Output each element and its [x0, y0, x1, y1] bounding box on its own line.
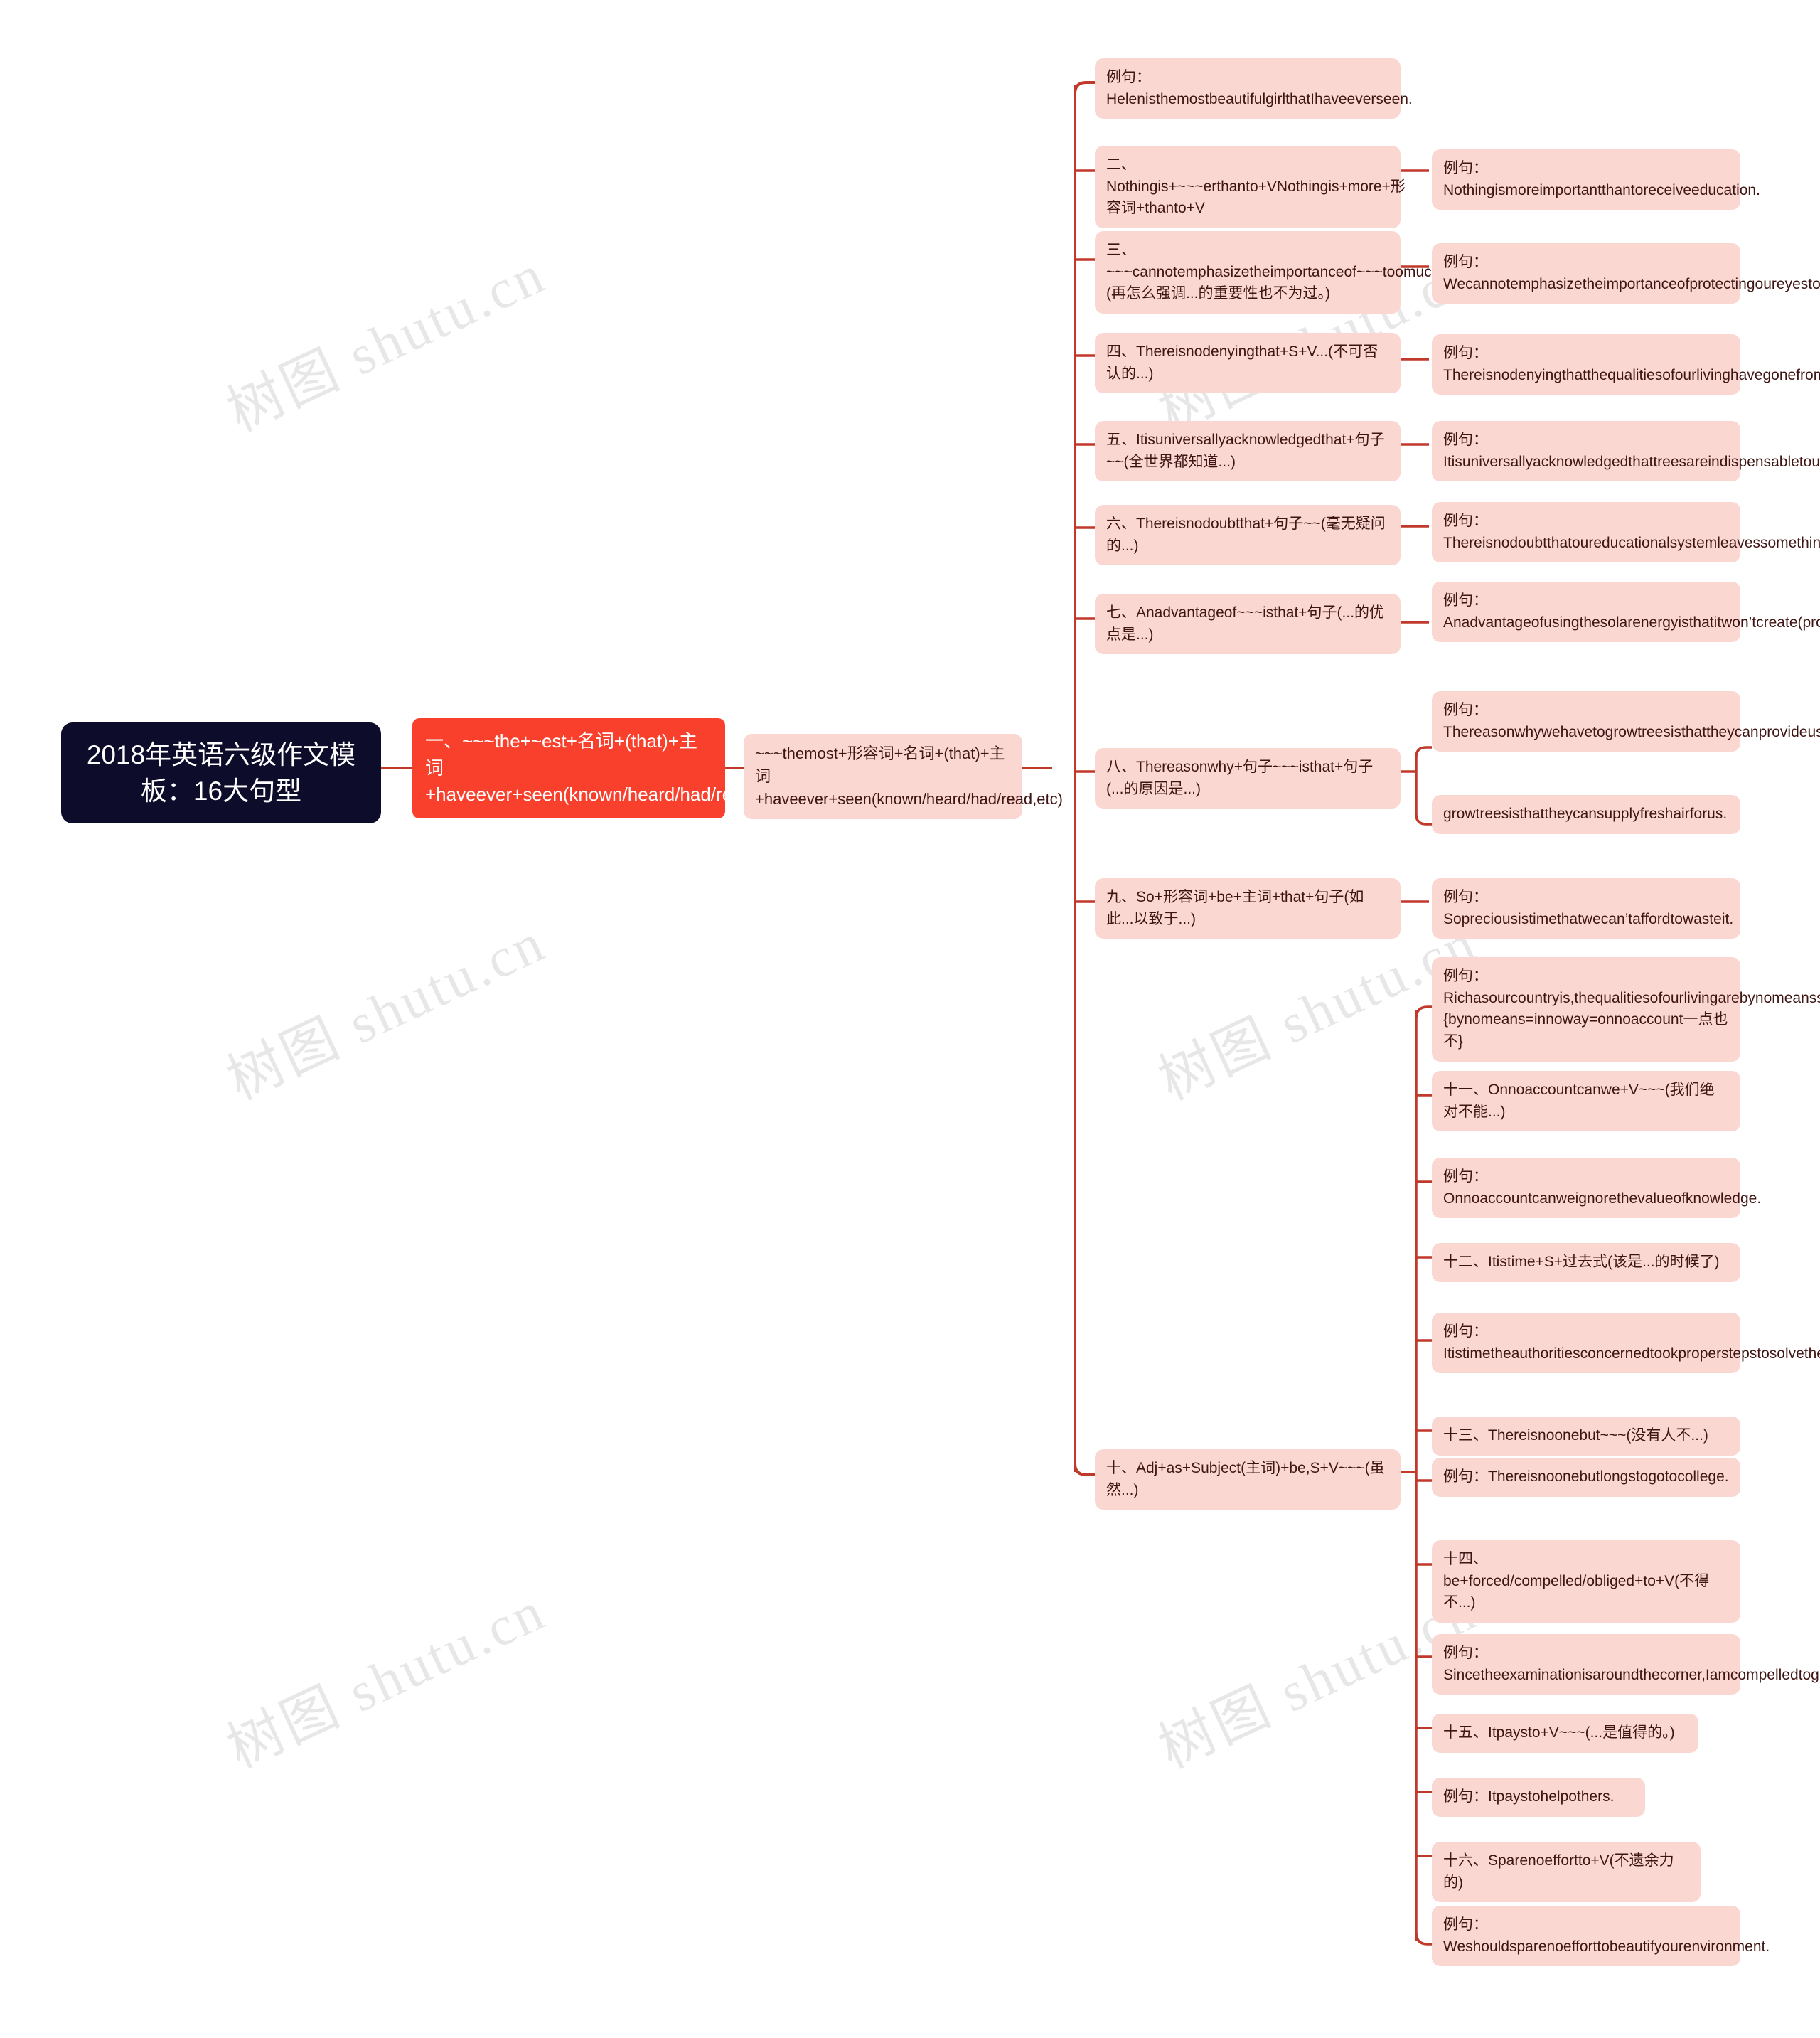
example-node[interactable]: 例句：Thereisnodoubtthatoureducationalsyste…	[1432, 502, 1820, 563]
example-node[interactable]: 例句：Itisuniversallyacknowledgedthattreesa…	[1432, 421, 1820, 482]
branch-node-1[interactable]: 一、~~~the+~est+名词+(that)+主词+haveever+seen…	[412, 718, 789, 819]
example-node-label: 例句：Itisuniversallyacknowledgedthattreesa…	[1443, 432, 1820, 470]
sub-branch-node[interactable]: ~~~themost+形容词+名词+(that)+主词+haveever+see…	[744, 734, 1063, 819]
example-node[interactable]: 例句：Sopreciousistimethatwecan’taffordtowa…	[1432, 878, 1740, 939]
example-node-label: 例句：Sincetheexaminationisaroundthecorner,…	[1443, 1645, 1820, 1683]
pattern-node-label: 八、Thereasonwhy+句子~~~isthat+句子(...的原因是...…	[1106, 759, 1374, 797]
pattern-node-label: 十六、Sparenoeffortto+V(不遗余力的)	[1443, 1852, 1674, 1891]
example-node-label: 例句：Wecannotemphasizetheimportanceofprote…	[1443, 254, 1820, 292]
example-node-label: 例句：Onnoaccountcanweignorethevalueofknowl…	[1443, 1168, 1762, 1207]
example-node[interactable]: 例句：Nothingismoreimportantthantoreceiveed…	[1432, 149, 1760, 210]
pattern-node-label: 二、Nothingis+~~~erthanto+VNothingis+more+…	[1106, 156, 1406, 217]
example-node[interactable]: 例句：Weshouldsparenoefforttobeautifyourenv…	[1432, 1906, 1770, 1967]
example-node-label: 例句：Nothingismoreimportantthantoreceiveed…	[1443, 160, 1760, 198]
pattern-node-label: 十一、Onnoaccountcanwe+V~~~(我们绝对不能...)	[1443, 1082, 1715, 1120]
example-node-label: 例句：Itpaystohelpothers.	[1443, 1788, 1615, 1805]
pattern-node-2[interactable]: 二、Nothingis+~~~erthanto+VNothingis+more+…	[1095, 146, 1406, 228]
example-node-label: 例句：Thereisnodenyingthatthequalitiesofour…	[1443, 345, 1820, 383]
pattern-node-7[interactable]: 七、Anadvantageof~~~isthat+句子(...的优点是...)	[1095, 594, 1401, 655]
pattern-node-10[interactable]: 十、Adj+as+Subject(主词)+be,S+V~~~(虽然...)	[1095, 1449, 1401, 1510]
pattern-node-label: 五、Itisuniversallyacknowledgedthat+句子~~(全…	[1106, 432, 1385, 470]
example-node[interactable]: growtreesisthattheycansupplyfreshairforu…	[1432, 795, 1740, 834]
example-node[interactable]: 例句：Itpaystohelpothers.	[1432, 1778, 1645, 1817]
example-node-label: 例句：Weshouldsparenoefforttobeautifyourenv…	[1443, 1916, 1770, 1955]
pattern-node-label: 九、So+形容词+be+主词+that+句子(如此...以致于...)	[1106, 889, 1364, 927]
watermark: 树图 shutu.cn	[218, 1579, 555, 1781]
pattern-node-15[interactable]: 十五、Itpaysto+V~~~(...是值得的。)	[1432, 1714, 1698, 1753]
pattern-node-1-example[interactable]: 例句：HelenisthemostbeautifulgirlthatIhavee…	[1095, 58, 1413, 119]
pattern-node-16[interactable]: 十六、Sparenoeffortto+V(不遗余力的)	[1432, 1842, 1701, 1903]
pattern-node-label: 十、Adj+as+Subject(主词)+be,S+V~~~(虽然...)	[1106, 1460, 1385, 1498]
watermark: 树图 shutu.cn	[218, 242, 555, 444]
pattern-node-label: 七、Anadvantageof~~~isthat+句子(...的优点是...)	[1106, 604, 1385, 643]
root-node[interactable]: 2018年英语六级作文模板：16大句型	[61, 722, 381, 824]
example-node-label: 例句：Thereisnoonebutlongstogotocollege.	[1443, 1468, 1729, 1485]
example-node-label: 例句：Thereisnodoubtthatoureducationalsyste…	[1443, 513, 1820, 551]
pattern-node-label: 十四、be+forced/compelled/obliged+to+V(不得不.…	[1443, 1551, 1710, 1611]
example-node[interactable]: 例句：Wecannotemphasizetheimportanceofprote…	[1432, 243, 1820, 304]
example-node[interactable]: 例句：Thereasonwhywehavetogrowtreesisthatth…	[1432, 691, 1820, 752]
example-node-label: 例句：Sopreciousistimethatwecan’taffordtowa…	[1443, 889, 1734, 927]
pattern-node-8[interactable]: 八、Thereasonwhy+句子~~~isthat+句子(...的原因是...…	[1095, 748, 1401, 809]
pattern-node-label: 十二、Itistime+S+过去式(该是...的时候了)	[1443, 1254, 1720, 1270]
pattern-node-label: 例句：HelenisthemostbeautifulgirlthatIhavee…	[1106, 69, 1413, 107]
example-node-label: 例句：Thereasonwhywehavetogrowtreesisthatth…	[1443, 702, 1820, 740]
pattern-node-13[interactable]: 十三、Thereisnoonebut~~~(没有人不...)	[1432, 1417, 1740, 1456]
pattern-node-6[interactable]: 六、Thereisnodoubtthat+句子~~(毫无疑问的...)	[1095, 505, 1401, 566]
branch-node-1-label: 一、~~~the+~est+名词+(that)+主词+haveever+seen…	[425, 730, 789, 806]
example-node[interactable]: 例句：Sincetheexaminationisaroundthecorner,…	[1432, 1634, 1820, 1695]
sub-branch-node-label: ~~~themost+形容词+名词+(that)+主词+haveever+see…	[755, 745, 1063, 808]
pattern-node-9[interactable]: 九、So+形容词+be+主词+that+句子(如此...以致于...)	[1095, 878, 1401, 939]
example-node-label: 例句：Itistimetheauthoritiesconcernedtookpr…	[1443, 1323, 1820, 1362]
pattern-node-label: 六、Thereisnodoubtthat+句子~~(毫无疑问的...)	[1106, 516, 1386, 554]
example-node-label: 例句：Anadvantageofusingthesolarenergyistha…	[1443, 592, 1820, 631]
root-node-label: 2018年英语六级作文模板：16大句型	[86, 740, 356, 806]
pattern-node-3[interactable]: 三、~~~cannotemphasizetheimportanceof~~~to…	[1095, 231, 1445, 314]
example-node[interactable]: 例句：Onnoaccountcanweignorethevalueofknowl…	[1432, 1158, 1762, 1219]
example-node-label: growtreesisthattheycansupplyfreshairforu…	[1443, 806, 1728, 822]
example-node[interactable]: 例句：Thereisnodenyingthatthequalitiesofour…	[1432, 334, 1820, 395]
pattern-node-5[interactable]: 五、Itisuniversallyacknowledgedthat+句子~~(全…	[1095, 421, 1401, 482]
pattern-node-label: 十五、Itpaysto+V~~~(...是值得的。)	[1443, 1724, 1675, 1741]
example-node[interactable]: 例句：Itistimetheauthoritiesconcernedtookpr…	[1432, 1313, 1820, 1374]
example-node[interactable]: 例句：Thereisnoonebutlongstogotocollege.	[1432, 1458, 1740, 1497]
watermark: 树图 shutu.cn	[218, 910, 555, 1112]
example-node[interactable]: 例句：Richasourcountryis,thequalitiesofourl…	[1432, 957, 1820, 1062]
pattern-node-14[interactable]: 十四、be+forced/compelled/obliged+to+V(不得不.…	[1432, 1540, 1740, 1623]
pattern-node-12[interactable]: 十二、Itistime+S+过去式(该是...的时候了)	[1432, 1243, 1740, 1282]
pattern-node-11[interactable]: 十一、Onnoaccountcanwe+V~~~(我们绝对不能...)	[1432, 1071, 1740, 1132]
example-node-label: 例句：Richasourcountryis,thequalitiesofourl…	[1443, 968, 1820, 1050]
pattern-node-label: 三、~~~cannotemphasizetheimportanceof~~~to…	[1106, 242, 1445, 302]
pattern-node-label: 十三、Thereisnoonebut~~~(没有人不...)	[1443, 1427, 1708, 1444]
pattern-node-4[interactable]: 四、Thereisnodenyingthat+S+V...(不可否认的...)	[1095, 333, 1401, 394]
pattern-node-label: 四、Thereisnodenyingthat+S+V...(不可否认的...)	[1106, 343, 1379, 382]
example-node[interactable]: 例句：Anadvantageofusingthesolarenergyistha…	[1432, 582, 1820, 643]
